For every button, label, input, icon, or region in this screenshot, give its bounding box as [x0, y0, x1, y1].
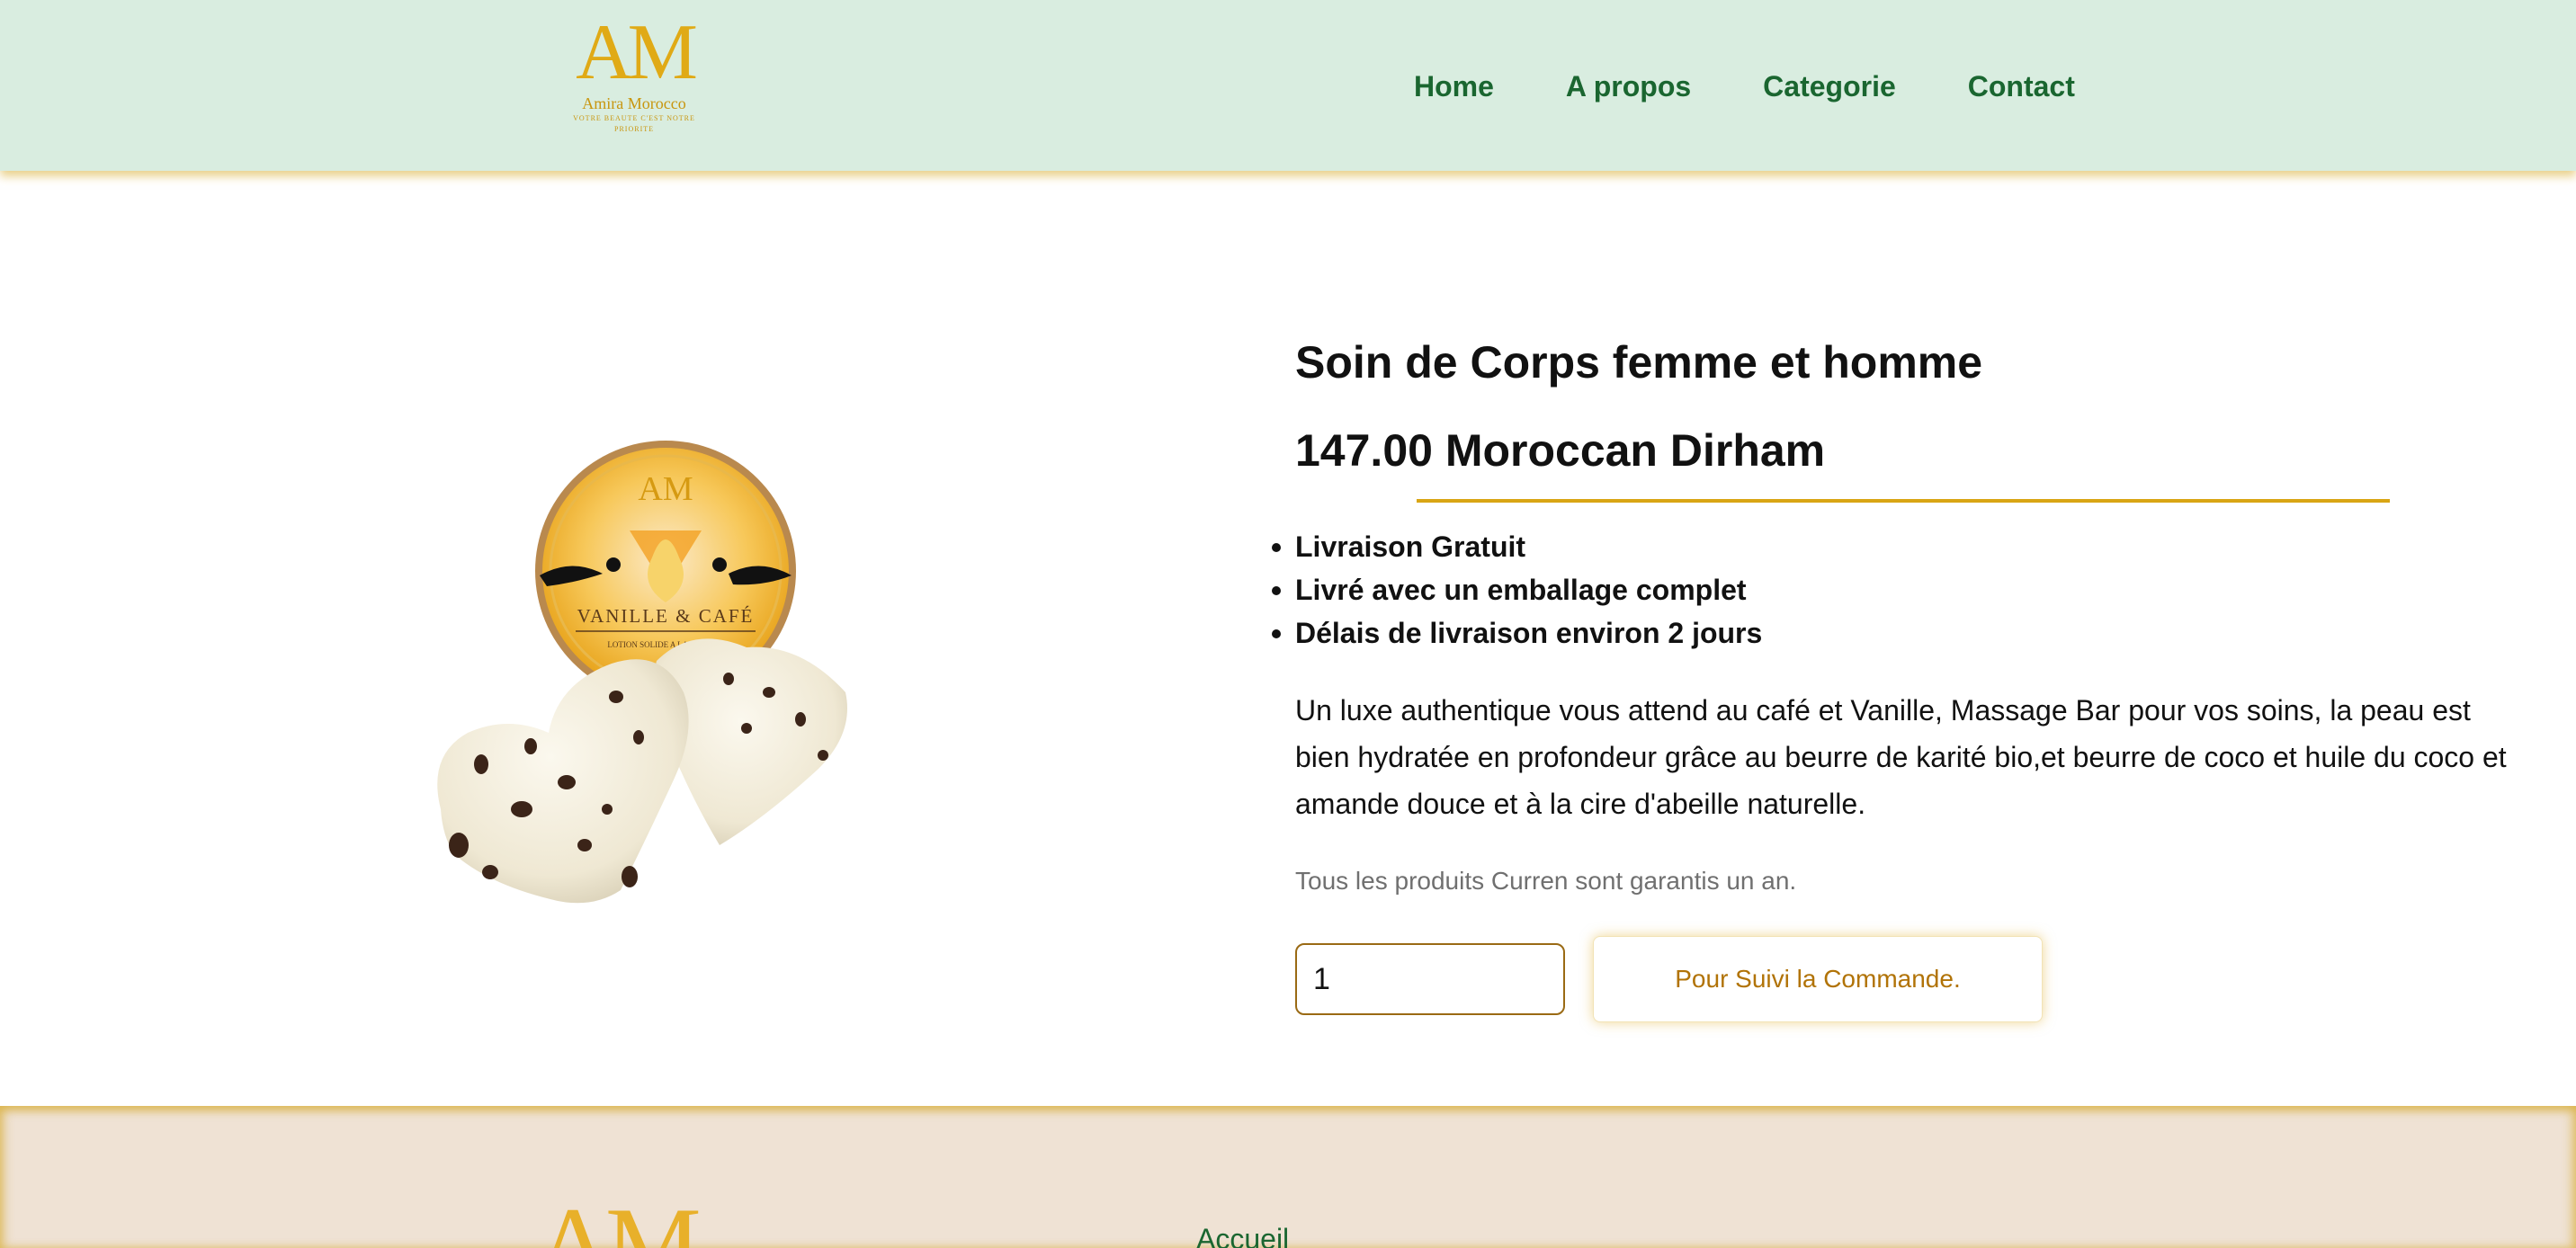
logo-brand: Amira Morocco [582, 94, 686, 112]
nav-home[interactable]: Home [1414, 67, 1494, 106]
footer-logo-monogram: AM [534, 1185, 699, 1248]
site-logo[interactable]: AM Amira Morocco VOTRE BEAUTE C'EST NOTR… [562, 9, 706, 134]
product-title: Soin de Corps femme et homme [1295, 337, 1983, 388]
tin-monogram: AM [638, 470, 693, 508]
site-header: AM Amira Morocco VOTRE BEAUTE C'EST NOTR… [0, 0, 2576, 171]
quantity-input[interactable] [1295, 943, 1565, 1015]
product-description: Un luxe authentique vous attend au café … [1295, 694, 2507, 820]
nav-a-propos[interactable]: A propos [1566, 67, 1691, 106]
main-nav: Home A propos Categorie Contact [1414, 67, 2147, 106]
feature-list: Livraison Gratuit Livré avec un emballag… [1271, 525, 1762, 655]
logo-tagline: VOTRE BEAUTE C'EST NOTRE PRIORITE [573, 114, 695, 133]
price-divider [1417, 499, 2390, 503]
nav-categorie[interactable]: Categorie [1763, 67, 1896, 106]
guarantee-note: Tous les produits Curren sont garantis u… [1295, 867, 1797, 895]
site-footer: AM Accueil [0, 1106, 2576, 1248]
footer-link-accueil[interactable]: Accueil [1196, 1221, 1289, 1248]
logo-monogram: AM [576, 9, 698, 96]
feature-item: Livré avec un emballage complet [1271, 568, 1762, 611]
footer-logo[interactable]: AM [493, 1178, 736, 1248]
feature-item: Délais de livraison environ 2 jours [1271, 611, 1762, 655]
tin-label: VANILLE & CAFÉ [577, 605, 755, 627]
product-price: 147.00 Moroccan Dirham [1295, 425, 1826, 476]
order-button[interactable]: Pour Suivi la Commande. [1593, 936, 2043, 1022]
product-image: AM VANILLE & CAFÉ LOTION SOLIDE A LA VAN… [437, 441, 847, 904]
feature-item: Livraison Gratuit [1271, 525, 1762, 568]
nav-contact[interactable]: Contact [1968, 67, 2075, 106]
